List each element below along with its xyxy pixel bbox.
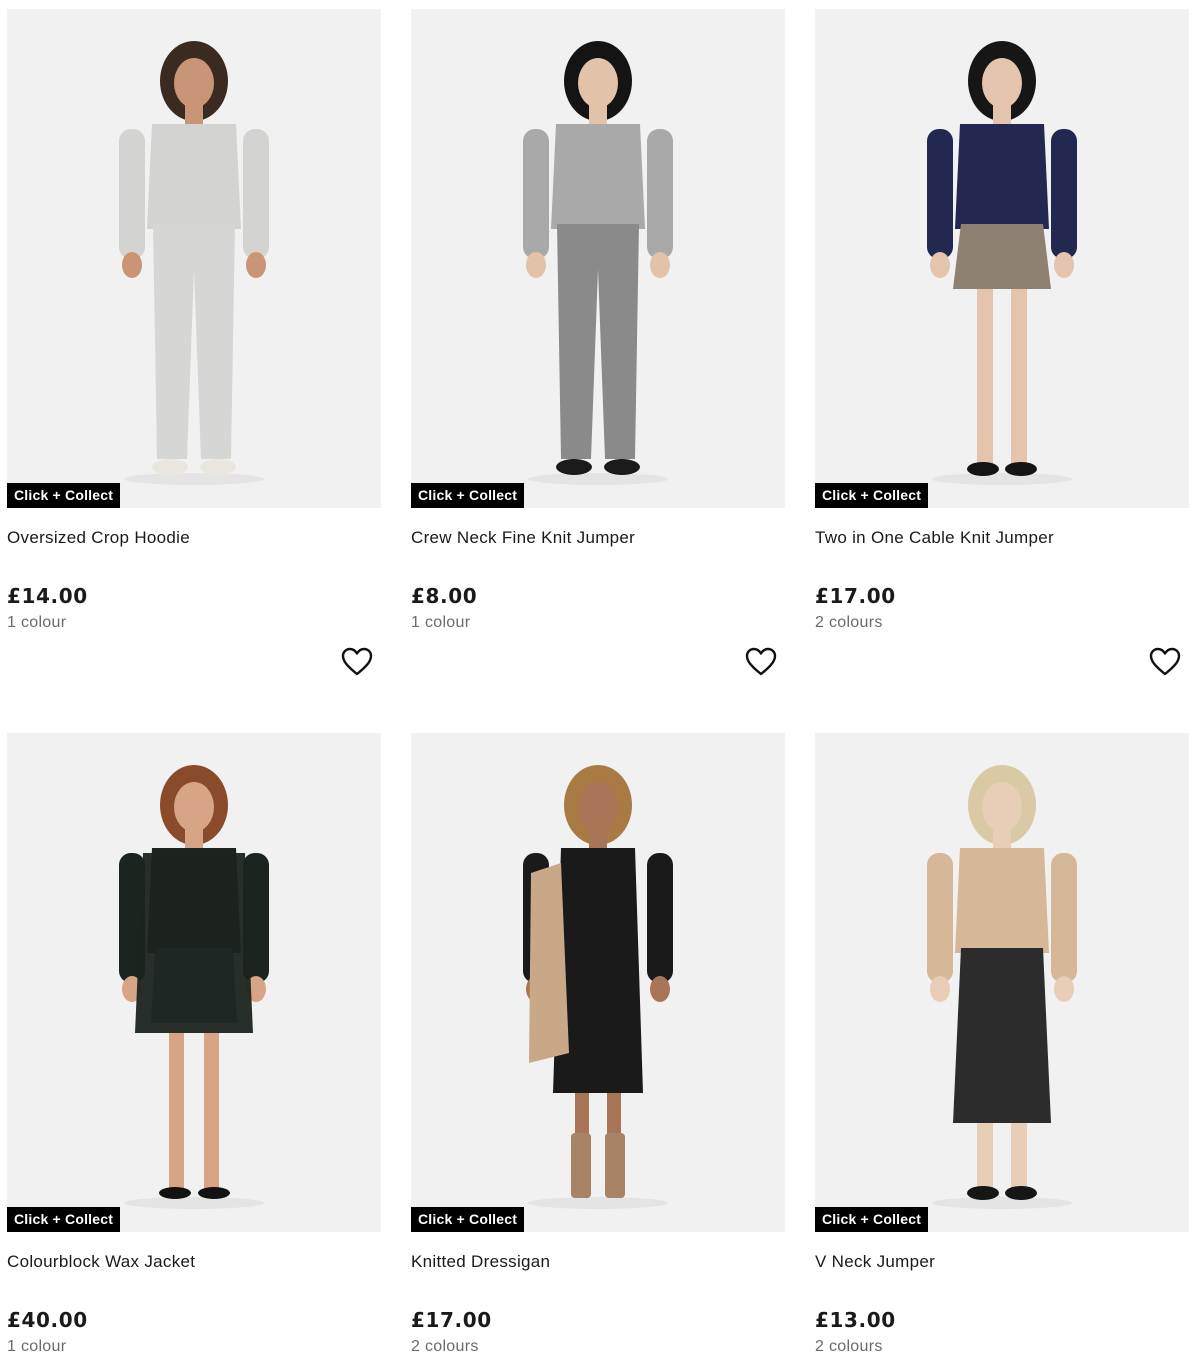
wishlist-heart-icon[interactable]: [341, 647, 373, 677]
product-image[interactable]: Click + Collect: [815, 733, 1189, 1232]
product-price: £40.00: [7, 1308, 88, 1332]
product-card[interactable]: Click + Collect V Neck Jumper £13.00 2 c…: [815, 733, 1189, 1358]
model-photo: [523, 765, 673, 1209]
model-photo: [927, 765, 1077, 1209]
product-image[interactable]: Click + Collect: [411, 9, 785, 508]
model-photo: [119, 41, 269, 485]
click-collect-badge: Click + Collect: [411, 1207, 525, 1232]
click-collect-badge: Click + Collect: [815, 1207, 929, 1232]
wishlist-heart-icon[interactable]: [745, 647, 777, 677]
product-title[interactable]: Knitted Dressigan: [411, 1252, 785, 1274]
product-image[interactable]: Click + Collect: [411, 733, 785, 1232]
product-colour-count[interactable]: 2 colours: [815, 1338, 1189, 1358]
click-collect-badge: Click + Collect: [411, 483, 525, 508]
click-collect-badge: Click + Collect: [7, 1207, 121, 1232]
product-card[interactable]: Click + Collect Two in One Cable Knit Ju…: [815, 9, 1189, 676]
wishlist-heart-icon[interactable]: [1149, 647, 1181, 677]
click-collect-badge: Click + Collect: [7, 483, 121, 508]
product-card[interactable]: Click + Collect Oversized Crop Hoodie £1…: [7, 9, 381, 676]
product-title[interactable]: Colourblock Wax Jacket: [7, 1252, 381, 1274]
product-title[interactable]: V Neck Jumper: [815, 1252, 1189, 1274]
product-colour-count[interactable]: 2 colours: [411, 1338, 785, 1358]
product-price: £14.00: [7, 584, 88, 608]
product-colour-count[interactable]: 1 colour: [411, 614, 785, 634]
product-price: £17.00: [411, 1308, 492, 1332]
product-colour-count[interactable]: 1 colour: [7, 614, 381, 634]
model-photo: [523, 41, 673, 485]
product-title[interactable]: Oversized Crop Hoodie: [7, 528, 381, 550]
product-card[interactable]: Click + Collect Crew Neck Fine Knit Jump…: [411, 9, 785, 676]
product-colour-count[interactable]: 1 colour: [7, 1338, 381, 1358]
model-photo: [927, 41, 1077, 485]
product-title[interactable]: Two in One Cable Knit Jumper: [815, 528, 1189, 550]
product-card[interactable]: Click + Collect Colourblock Wax Jacket £…: [7, 733, 381, 1358]
product-image[interactable]: Click + Collect: [7, 733, 381, 1232]
product-price: £8.00: [411, 584, 478, 608]
model-photo: [119, 765, 269, 1209]
product-colour-count[interactable]: 2 colours: [815, 614, 1189, 634]
click-collect-badge: Click + Collect: [815, 483, 929, 508]
product-title[interactable]: Crew Neck Fine Knit Jumper: [411, 528, 785, 550]
product-price: £17.00: [815, 584, 896, 608]
product-price: £13.00: [815, 1308, 896, 1332]
product-image[interactable]: Click + Collect: [7, 9, 381, 508]
product-image[interactable]: Click + Collect: [815, 9, 1189, 508]
product-card[interactable]: Click + Collect Knitted Dressigan £17.00…: [411, 733, 785, 1358]
